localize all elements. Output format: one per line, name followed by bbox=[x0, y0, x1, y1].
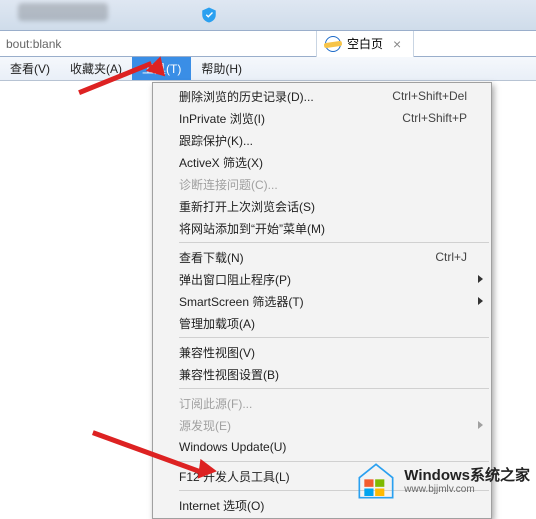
ie-icon bbox=[325, 36, 341, 52]
menuitem-inprivate-browsing[interactable]: InPrivate 浏览(I)Ctrl+Shift+P bbox=[153, 107, 491, 129]
windows-house-icon bbox=[356, 461, 396, 501]
tab-close-button[interactable]: × bbox=[389, 37, 405, 51]
menuitem-add-site-to-start[interactable]: 将网站添加到“开始”菜单(M) bbox=[153, 217, 491, 239]
menuitem-activex-filtering[interactable]: ActiveX 筛选(X) bbox=[153, 151, 491, 173]
menu-help[interactable]: 帮助(H) bbox=[191, 57, 252, 80]
menuitem-tracking-protection[interactable]: 跟踪保护(K)... bbox=[153, 129, 491, 151]
menu-bar: 查看(V) 收藏夹(A) 工具(T) 帮助(H) bbox=[0, 57, 536, 81]
menuitem-windows-update[interactable]: Windows Update(U) bbox=[153, 436, 491, 458]
watermark: Windows系统之家 www.bjjmlv.com bbox=[356, 461, 530, 501]
blurred-title-region bbox=[18, 3, 108, 21]
tools-dropdown: 删除浏览的历史记录(D)...Ctrl+Shift+Del InPrivate … bbox=[152, 82, 492, 519]
address-row: bout:blank 空白页 × bbox=[0, 30, 536, 57]
menuitem-delete-browsing-history[interactable]: 删除浏览的历史记录(D)...Ctrl+Shift+Del bbox=[153, 85, 491, 107]
submenu-arrow-icon bbox=[478, 421, 483, 429]
menuitem-view-downloads[interactable]: 查看下载(N)Ctrl+J bbox=[153, 246, 491, 268]
menuitem-manage-addons[interactable]: 管理加载项(A) bbox=[153, 312, 491, 334]
menu-separator bbox=[179, 242, 489, 243]
address-bar[interactable]: bout:blank bbox=[0, 31, 316, 56]
window-titlebar bbox=[0, 0, 536, 30]
browser-tab[interactable]: 空白页 × bbox=[317, 31, 414, 57]
watermark-title: Windows系统之家 bbox=[404, 467, 530, 484]
submenu-arrow-icon bbox=[478, 275, 483, 283]
annotation-arrow-2-head bbox=[198, 459, 219, 481]
menuitem-diagnose-connection: 诊断连接问题(C)... bbox=[153, 173, 491, 195]
menuitem-popup-blocker[interactable]: 弹出窗口阻止程序(P) bbox=[153, 268, 491, 290]
menuitem-reopen-last-session[interactable]: 重新打开上次浏览会话(S) bbox=[153, 195, 491, 217]
menuitem-subscribe-feed: 订阅此源(F)... bbox=[153, 392, 491, 414]
menu-separator bbox=[179, 388, 489, 389]
address-text: bout:blank bbox=[6, 37, 61, 51]
menuitem-feed-discovery: 源发现(E) bbox=[153, 414, 491, 436]
menu-view[interactable]: 查看(V) bbox=[0, 57, 60, 80]
tencent-shield-icon bbox=[200, 6, 218, 24]
watermark-url: www.bjjmlv.com bbox=[404, 484, 530, 496]
menuitem-compat-view[interactable]: 兼容性视图(V) bbox=[153, 341, 491, 363]
menuitem-smartscreen-filter[interactable]: SmartScreen 筛选器(T) bbox=[153, 290, 491, 312]
menu-separator bbox=[179, 337, 489, 338]
menuitem-compat-view-settings[interactable]: 兼容性视图设置(B) bbox=[153, 363, 491, 385]
submenu-arrow-icon bbox=[478, 297, 483, 305]
tab-title: 空白页 bbox=[347, 35, 383, 52]
tab-strip: 空白页 × bbox=[316, 31, 536, 57]
